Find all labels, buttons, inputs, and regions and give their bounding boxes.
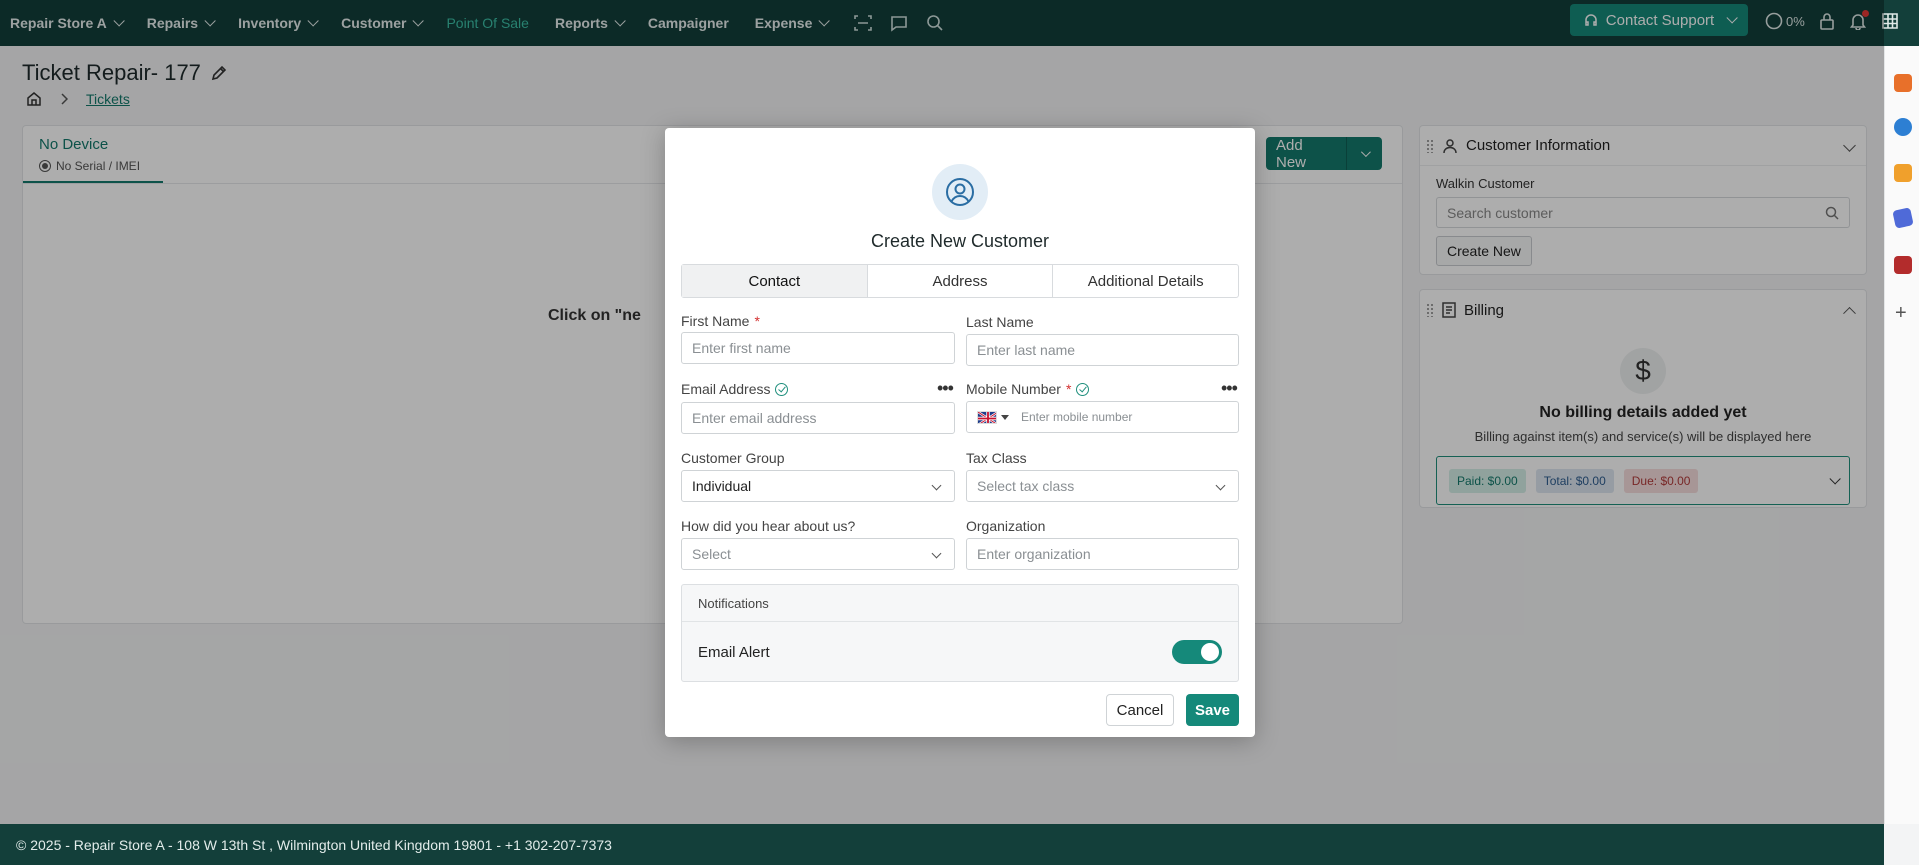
customer-group-select[interactable]: Individual bbox=[681, 470, 955, 502]
customer-group-label-text: Customer Group bbox=[681, 450, 785, 466]
create-customer-modal: Create New Customer Contact Address Addi… bbox=[665, 128, 1255, 737]
notifications-heading: Notifications bbox=[682, 585, 1238, 622]
required-marker: * bbox=[754, 313, 760, 329]
hear-about-placeholder: Select bbox=[692, 546, 731, 562]
last-name-label: Last Name bbox=[966, 314, 1034, 330]
add-app-icon[interactable]: + bbox=[1895, 302, 1907, 325]
cancel-button[interactable]: Cancel bbox=[1106, 694, 1174, 726]
customer-tabs: Contact Address Additional Details bbox=[681, 264, 1239, 298]
wallet-app-icon[interactable] bbox=[1894, 256, 1912, 274]
required-marker: * bbox=[1065, 381, 1072, 397]
save-button[interactable]: Save bbox=[1186, 694, 1239, 726]
email-input[interactable]: Enter email address bbox=[681, 402, 955, 434]
tab-contact[interactable]: Contact bbox=[682, 265, 868, 297]
mobile-label-text: Mobile Number bbox=[966, 381, 1061, 397]
chevron-down-icon bbox=[931, 480, 942, 491]
email-alert-toggle[interactable] bbox=[1172, 640, 1222, 664]
organization-input[interactable]: Enter organization bbox=[966, 538, 1239, 570]
footer: © 2025 - Repair Store A - 108 W 13th St … bbox=[0, 824, 1884, 865]
email-label-text: Email Address bbox=[681, 381, 771, 397]
last-name-label-text: Last Name bbox=[966, 314, 1034, 330]
tax-class-select[interactable]: Select tax class bbox=[966, 470, 1239, 502]
mobile-label: Mobile Number * bbox=[966, 381, 1090, 397]
tax-class-label-text: Tax Class bbox=[966, 450, 1027, 466]
notes-app-icon[interactable] bbox=[1894, 164, 1912, 182]
verify-check-icon bbox=[775, 382, 789, 396]
more-options-icon[interactable]: ••• bbox=[937, 379, 954, 397]
customer-group-value: Individual bbox=[692, 478, 752, 494]
country-dropdown-icon[interactable] bbox=[1001, 414, 1009, 420]
hear-about-select[interactable]: Select bbox=[681, 538, 955, 570]
tax-class-placeholder: Select tax class bbox=[977, 478, 1075, 494]
organization-placeholder: Enter organization bbox=[977, 546, 1091, 562]
chat-app-icon[interactable] bbox=[1894, 118, 1912, 136]
gift-app-icon[interactable] bbox=[1894, 74, 1912, 92]
mobile-placeholder: Enter mobile number bbox=[1021, 410, 1133, 424]
first-name-placeholder: Enter first name bbox=[692, 340, 791, 356]
hear-about-label-text: How did you hear about us? bbox=[681, 518, 856, 534]
tab-additional-details[interactable]: Additional Details bbox=[1053, 265, 1238, 297]
tax-class-label: Tax Class bbox=[966, 450, 1027, 466]
first-name-label-text: First Name bbox=[681, 313, 750, 329]
email-placeholder: Enter email address bbox=[692, 410, 817, 426]
bookmark-app-icon[interactable] bbox=[1892, 207, 1914, 229]
last-name-input[interactable]: Enter last name bbox=[966, 334, 1239, 366]
last-name-placeholder: Enter last name bbox=[977, 342, 1076, 358]
user-circle-icon bbox=[932, 164, 988, 220]
first-name-input[interactable]: Enter first name bbox=[681, 332, 955, 364]
chevron-down-icon bbox=[931, 548, 942, 559]
notifications-section: Notifications Email Alert bbox=[681, 584, 1239, 682]
chevron-down-icon bbox=[1215, 480, 1226, 491]
email-alert-row: Email Alert bbox=[682, 622, 1238, 682]
customer-group-label: Customer Group bbox=[681, 450, 784, 466]
tab-address[interactable]: Address bbox=[868, 265, 1054, 297]
verify-check-icon bbox=[1076, 382, 1090, 396]
email-label: Email Address bbox=[681, 381, 789, 397]
modal-title: Create New Customer bbox=[870, 231, 1050, 251]
mobile-input[interactable]: Enter mobile number bbox=[966, 401, 1239, 433]
organization-label: Organization bbox=[966, 518, 1045, 534]
more-options-icon[interactable]: ••• bbox=[1221, 379, 1238, 397]
footer-text: © 2025 - Repair Store A - 108 W 13th St … bbox=[16, 836, 612, 853]
uk-flag-icon[interactable] bbox=[977, 410, 997, 424]
first-name-label: First Name * bbox=[681, 313, 760, 329]
organization-label-text: Organization bbox=[966, 518, 1046, 534]
hear-about-label: How did you hear about us? bbox=[681, 518, 855, 534]
email-alert-label: Email Alert bbox=[698, 643, 770, 661]
side-rail: + bbox=[1884, 46, 1919, 824]
